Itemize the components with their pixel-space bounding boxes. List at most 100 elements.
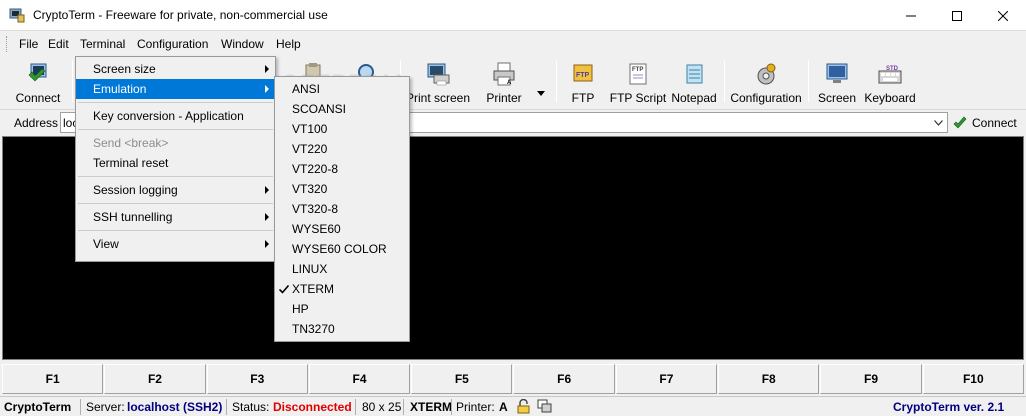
menu-item-label: XTERM — [292, 282, 334, 296]
maximize-button[interactable] — [934, 0, 980, 31]
emulation-item-vt100[interactable]: VT100 — [275, 119, 409, 139]
svg-text:A: A — [507, 80, 512, 86]
menu-item-send-break: Send <break> — [76, 133, 275, 153]
fkey-f4[interactable]: F4 — [308, 364, 411, 394]
keyboard-icon: STD — [878, 66, 902, 84]
toolbar-separator — [72, 60, 73, 102]
menu-item-label: Terminal reset — [93, 156, 169, 170]
menu-item-label: VT220 — [292, 142, 328, 156]
menu-item-key-conversion[interactable]: Key conversion - Application — [76, 106, 275, 126]
emulation-item-wyse60[interactable]: WYSE60 — [275, 219, 409, 239]
menu-item-session-logging[interactable]: Session logging — [76, 180, 275, 200]
menu-item-label: TN3270 — [292, 322, 335, 336]
screen-button[interactable]: Screen — [818, 58, 856, 106]
ftp-script-label: FTP Script — [609, 91, 667, 105]
menu-item-label: VT320 — [292, 182, 328, 196]
configuration-button[interactable]: Configuration — [730, 58, 802, 106]
windows-icon — [537, 399, 552, 413]
menu-item-view[interactable]: View — [76, 234, 275, 254]
submenu-arrow-icon — [265, 240, 269, 248]
menu-item-label: SCOANSI — [292, 102, 347, 116]
menu-separator — [78, 102, 273, 103]
fkey-f6[interactable]: F6 — [513, 364, 615, 394]
configuration-icon — [757, 63, 776, 85]
emulation-item-ansi[interactable]: ANSI — [275, 79, 409, 99]
screen-icon — [826, 63, 848, 83]
notepad-button[interactable]: Notepad — [671, 58, 717, 106]
ftp-script-button[interactable]: FTP FTP Script — [609, 58, 667, 106]
menu-item-screen-size[interactable]: Screen size — [76, 59, 275, 79]
menu-item-label: VT220-8 — [292, 162, 339, 176]
menu-separator — [78, 230, 273, 231]
menu-item-label: Emulation — [93, 82, 147, 96]
fkey-f5[interactable]: F5 — [411, 364, 513, 394]
emulation-item-vt220-8[interactable]: VT220-8 — [275, 159, 409, 179]
menu-item-emulation[interactable]: Emulation — [76, 79, 275, 99]
fkey-f7[interactable]: F7 — [615, 364, 718, 394]
emulation-item-vt220[interactable]: VT220 — [275, 139, 409, 159]
menu-item-label: LINUX — [292, 262, 328, 276]
svg-text:FTP: FTP — [632, 67, 643, 73]
menu-item-label: ANSI — [292, 82, 321, 96]
print-screen-label: Print screen — [405, 91, 471, 105]
emulation-item-hp[interactable]: HP — [275, 299, 409, 319]
menu-configuration[interactable]: Configuration — [137, 37, 208, 51]
status-version: CryptoTerm ver. 2.1 — [893, 400, 1005, 414]
status-printer-value: A — [499, 400, 508, 414]
svg-text:FTP: FTP — [576, 72, 590, 79]
fkey-f1[interactable]: F1 — [2, 364, 104, 394]
emulation-item-vt320[interactable]: VT320 — [275, 179, 409, 199]
menu-edit[interactable]: Edit — [48, 37, 69, 51]
menu-item-ssh-tunnelling[interactable]: SSH tunnelling — [76, 207, 275, 227]
menu-item-label: WYSE60 COLOR — [292, 242, 387, 256]
menu-item-label: Screen size — [93, 62, 156, 76]
menu-window[interactable]: Window — [221, 37, 264, 51]
fkey-f9[interactable]: F9 — [820, 364, 922, 394]
printer-dropdown-button[interactable] — [535, 58, 547, 106]
fkey-f8[interactable]: F8 — [718, 364, 820, 394]
title-bar: CryptoTerm - Freeware for private, non-c… — [0, 0, 1026, 31]
submenu-arrow-icon — [265, 186, 269, 194]
screen-label: Screen — [817, 91, 857, 105]
emulation-item-scoansi[interactable]: SCOANSI — [275, 99, 409, 119]
emulation-item-tn3270[interactable]: TN3270 — [275, 319, 409, 339]
emulation-item-wyse60-color[interactable]: WYSE60 COLOR — [275, 239, 409, 259]
minimize-button[interactable] — [888, 0, 934, 31]
connect-arrow-icon — [953, 116, 967, 128]
status-printer-label: Printer: — [456, 400, 495, 414]
keyboard-button[interactable]: STD Keyboard — [864, 58, 916, 106]
emulation-item-vt320-8[interactable]: VT320-8 — [275, 199, 409, 219]
menu-help[interactable]: Help — [276, 37, 301, 51]
fkey-f2[interactable]: F2 — [104, 364, 206, 394]
fkey-f3[interactable]: F3 — [206, 364, 308, 394]
emulation-item-xterm[interactable]: XTERM — [275, 279, 409, 299]
emulation-submenu: ANSI SCOANSI VT100 VT220 VT220-8 VT320 V… — [274, 76, 410, 342]
status-server-value: localhost (SSH2) — [127, 400, 223, 414]
menu-file[interactable]: File — [19, 37, 38, 51]
address-dropdown-button[interactable] — [930, 113, 947, 132]
menu-separator — [78, 176, 273, 177]
close-button[interactable] — [980, 0, 1026, 31]
connect-icon — [28, 63, 47, 82]
menu-item-label: WYSE60 — [292, 222, 341, 236]
submenu-arrow-icon — [265, 85, 269, 93]
lock-icon — [517, 399, 530, 414]
submenu-arrow-icon — [265, 213, 269, 221]
status-connection-value: Disconnected — [273, 400, 352, 414]
keyboard-label: Keyboard — [864, 91, 916, 105]
chevron-down-icon — [537, 90, 545, 96]
status-separator — [226, 399, 227, 415]
printer-button[interactable]: A Printer — [484, 58, 524, 106]
menu-item-terminal-reset[interactable]: Terminal reset — [76, 153, 275, 173]
emulation-item-linux[interactable]: LINUX — [275, 259, 409, 279]
menu-terminal[interactable]: Terminal — [80, 37, 125, 51]
print-screen-button[interactable]: Print screen — [405, 58, 471, 106]
ftp-button[interactable]: FTP FTP — [568, 58, 598, 106]
function-key-bar: F1 F2 F3 F4 F5 F6 F7 F8 F9 F10 — [2, 364, 1024, 394]
menubar-grip[interactable] — [6, 36, 9, 52]
menu-item-label: Session logging — [93, 183, 178, 197]
toolbar-separator — [556, 60, 557, 102]
connect-button[interactable]: Connect — [14, 58, 62, 106]
address-connect-button[interactable]: Connect — [952, 112, 1024, 133]
fkey-f10[interactable]: F10 — [922, 364, 1024, 394]
